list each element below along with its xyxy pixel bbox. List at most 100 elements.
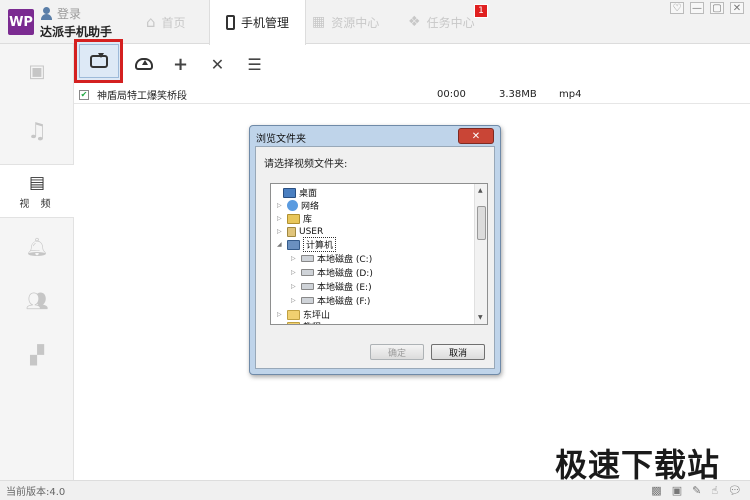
hand-icon[interactable]: ☝ (711, 484, 718, 497)
tab-task-center[interactable]: ❖ 任务中心 (408, 0, 475, 44)
import-button[interactable] (74, 39, 123, 83)
chat-icon[interactable]: 💬︎ (728, 484, 742, 497)
grid-icon: ▦ (312, 14, 326, 30)
tab-home[interactable]: ⌂ 首页 (146, 0, 186, 44)
user-icon (40, 7, 53, 20)
layers-icon: ❖ (408, 14, 421, 30)
expand-icon[interactable]: ▷ (277, 228, 285, 235)
import-tray-icon (89, 52, 108, 68)
tree-node-drive-e[interactable]: ▷ 本地磁盘 (E:) (291, 280, 372, 293)
sidebar-item-photos[interactable]: ▣ (0, 44, 74, 98)
expand-icon[interactable]: ▷ (277, 215, 285, 222)
video-icon: ▤ (28, 172, 46, 193)
apps-icon: ▞ (30, 344, 44, 366)
tree-node-library[interactable]: ▷ 库 (277, 212, 312, 225)
tree-node-drive-d[interactable]: ▷ 本地磁盘 (D:) (291, 266, 373, 279)
scroll-thumb[interactable] (477, 206, 486, 240)
task-count-badge: 1 (474, 4, 488, 18)
dialog-body: 请选择视频文件夹: 桌面 ▷ 网络 ▷ 库 ▷ USER ◢ 计算机 ▷ 本地磁… (255, 146, 495, 369)
dialog-prompt: 请选择视频文件夹: (264, 159, 348, 170)
cancel-button[interactable]: 取消 (431, 344, 485, 360)
phone-icon (226, 15, 235, 30)
tree-node-drive-c[interactable]: ▷ 本地磁盘 (C:) (291, 252, 372, 265)
edit-icon[interactable]: ✎ (692, 484, 701, 497)
tab-phone-management[interactable]: 手机管理 (209, 0, 307, 45)
photo-icon: ▣ (28, 60, 46, 82)
select-all-button[interactable]: ☰ (236, 48, 273, 80)
file-name: 神盾局特工爆笑桥段 (97, 91, 187, 102)
home-icon: ⌂ (146, 13, 156, 31)
toolbar: + ✕ ☰ (74, 39, 750, 84)
library-icon (287, 213, 300, 224)
app-logo: WP (8, 9, 34, 35)
folder-icon (287, 321, 300, 324)
dialog-close-button[interactable]: ✕ (458, 128, 494, 144)
maximize-icon[interactable]: ▢ (710, 2, 724, 14)
minimize-icon[interactable]: — (690, 2, 704, 14)
status-icons: ▩ ▣ ✎ ☝ 💬︎ (651, 484, 742, 497)
cloud-upload-icon (134, 58, 153, 70)
login-link[interactable]: 登录 (40, 5, 81, 22)
bell-icon: 🔔︎ (25, 236, 49, 258)
expand-icon[interactable]: ▷ (291, 269, 299, 276)
sidebar-item-video[interactable]: ▤ 视 频 (0, 164, 74, 218)
tree-node-computer[interactable]: ◢ 计算机 (277, 237, 337, 252)
scroll-down-icon[interactable]: ▼ (478, 314, 483, 321)
expand-icon[interactable]: ▷ (277, 202, 285, 209)
table-row[interactable]: ✔ 神盾局特工爆笑桥段 00:00 3.38MB mp4 (74, 86, 750, 104)
sidebar-item-ringtones[interactable]: 🔔︎ (0, 220, 74, 274)
window-controls: ♡ — ▢ ✕ (670, 2, 744, 14)
system-drive-icon (301, 255, 314, 262)
tree-scrollbar[interactable]: ▲ ▼ (474, 184, 487, 324)
file-duration: 00:00 (437, 89, 466, 100)
scroll-up-icon[interactable]: ▲ (478, 187, 483, 194)
close-icon: ✕ (471, 130, 481, 142)
sidebar-item-music[interactable]: ♫ (0, 104, 74, 158)
tree-node-desktop[interactable]: 桌面 (273, 186, 317, 199)
status-bar: 当前版本:4.0 ▩ ▣ ✎ ☝ 💬︎ (0, 480, 750, 500)
top-bar: WP 登录 达派手机助手 ⌂ 首页 手机管理 ▦ 资源中心 ❖ 任务中心 1 ♡… (0, 0, 750, 45)
close-icon[interactable]: ✕ (730, 2, 744, 14)
sidebar-item-label: 视 频 (19, 198, 55, 210)
version-label: 当前版本:4.0 (6, 487, 66, 498)
browse-folder-dialog: 浏览文件夹 ✕ 请选择视频文件夹: 桌面 ▷ 网络 ▷ 库 ▷ USER ◢ 计… (249, 125, 501, 375)
add-button[interactable]: + (162, 48, 199, 80)
music-icon: ♫ (27, 118, 47, 144)
ok-button[interactable]: 确定 (370, 344, 424, 360)
export-button[interactable] (125, 48, 162, 80)
skin-icon[interactable]: ♡ (670, 2, 684, 14)
tree-node-drive-f[interactable]: ▷ 本地磁盘 (F:) (291, 294, 370, 307)
qrcode-icon[interactable]: ▩ (651, 484, 661, 497)
contacts-icon: 👥︎ (25, 290, 49, 312)
expand-icon[interactable]: ▷ (291, 283, 299, 290)
expand-icon[interactable]: ▷ (291, 255, 299, 262)
desktop-icon (283, 187, 296, 198)
delete-button[interactable]: ✕ (199, 48, 236, 80)
file-size: 3.38MB (499, 89, 537, 100)
computer-icon (287, 239, 300, 250)
collapse-icon[interactable]: ◢ (277, 241, 285, 248)
app-name: 达派手机助手 (40, 25, 113, 39)
row-checkbox[interactable]: ✔ (79, 89, 89, 100)
sidebar: ▣ ♫ ▤ 视 频 🔔︎ 👥︎ ▞ (0, 44, 74, 480)
expand-icon[interactable]: ▷ (291, 297, 299, 304)
expand-icon[interactable]: ▷ (277, 323, 285, 324)
sidebar-item-apps[interactable]: ▞ (0, 328, 74, 382)
expand-icon[interactable]: ▷ (277, 311, 285, 318)
folder-icon (287, 309, 300, 320)
import-button-inner (78, 44, 119, 78)
checklist-icon: ☰ (247, 54, 262, 74)
user-folder-icon (287, 226, 296, 237)
file-format: mp4 (559, 89, 582, 100)
delete-icon: ✕ (210, 54, 225, 74)
drive-icon (301, 297, 314, 304)
drive-icon (301, 269, 314, 276)
feedback-icon[interactable]: ▣ (672, 484, 682, 497)
folder-tree[interactable]: 桌面 ▷ 网络 ▷ 库 ▷ USER ◢ 计算机 ▷ 本地磁盘 (C:) ▷ 本… (270, 183, 488, 325)
tab-resource-center[interactable]: ▦ 资源中心 (312, 0, 379, 44)
tree-node-network[interactable]: ▷ 网络 (277, 199, 319, 212)
tree-node-tutorial[interactable]: ▷ 教程 (277, 320, 321, 324)
drive-icon (301, 283, 314, 290)
login-label: 登录 (57, 7, 82, 21)
sidebar-item-contacts[interactable]: 👥︎ (0, 274, 74, 328)
